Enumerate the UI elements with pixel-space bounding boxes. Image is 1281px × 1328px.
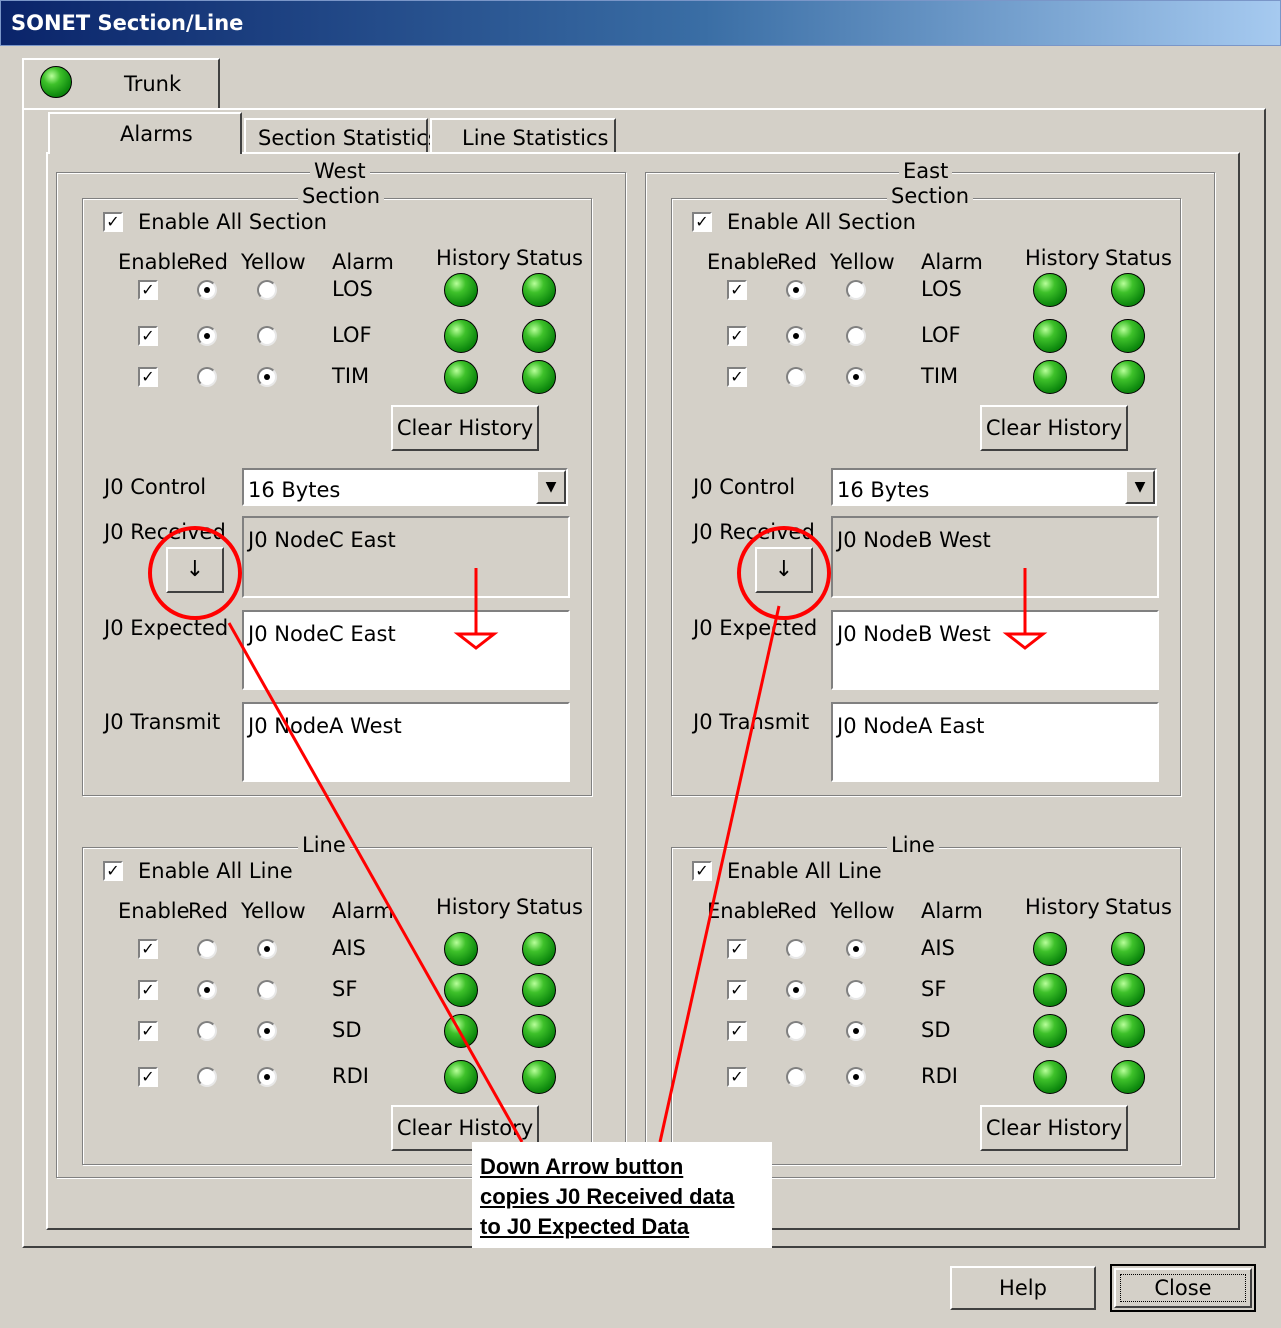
annotation-overlay — [227, 568, 1048, 1143]
annotation-circle-west — [148, 526, 242, 620]
callout-line-3: to J0 Expected Data — [480, 1214, 690, 1239]
arrow-head-west — [453, 632, 499, 650]
callout-line-1: Down Arrow button — [480, 1154, 684, 1179]
annotation-circle-east — [737, 526, 831, 620]
annotation-callout: Down Arrow button copies J0 Received dat… — [472, 1142, 772, 1248]
arrow-head-east — [1002, 632, 1048, 650]
annotation-pointer-east — [658, 605, 781, 1143]
annotation-pointer-west — [227, 622, 524, 1143]
callout-line-2: copies J0 Received data — [480, 1184, 735, 1209]
